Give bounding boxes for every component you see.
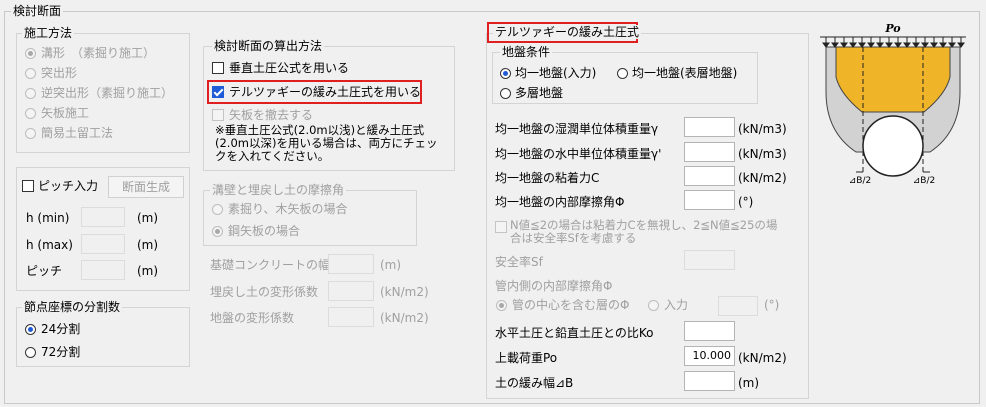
hmax-input[interactable] [81,234,125,254]
load-input[interactable]: 10.000 [684,346,735,366]
internal-friction-input-radio[interactable] [648,300,659,311]
ground-condition-title: 地盤条件 [500,45,553,59]
hmin-input[interactable] [81,207,125,227]
ground-uniform-input-radio[interactable] [500,68,511,79]
internal-friction-input-label: 入力 [664,298,689,312]
loosening-width-label: 土の緩み幅⊿B [495,376,574,390]
backfill-modulus-label: 埋戻し土の変形係数 [210,285,319,299]
calc-method-title: 検討断面の算出方法 [212,39,325,53]
submerged-unit-weight-input[interactable] [684,142,735,162]
ground-uniform-surface-label: 均一地盤(表層地盤) [632,66,738,80]
backfill-modulus-unit: (kN/m2) [380,285,429,299]
ground-modulus-input[interactable] [328,307,374,327]
backfill-modulus-input[interactable] [328,281,374,301]
internal-friction-unit: (°) [764,298,780,312]
method-label-4: 矢板施工 [41,106,90,120]
cohesion-label: 均一地盤の粘着力C [495,171,600,185]
window-title: 検討断面 [11,4,64,18]
friction-angle-input[interactable] [684,190,735,210]
method-radio-5[interactable] [25,128,36,139]
terzaghi-diagram: Po ⊿B/2 ⊿B/2 [820,22,966,186]
safety-factor-label: 安全率Sf [495,255,543,269]
pitch-input[interactable] [81,260,125,280]
division-72-label: 72分割 [41,345,81,359]
ground-modulus-label: 地盤の変形係数 [210,311,295,325]
node-division-title: 節点座標の分割数 [22,300,123,314]
safety-factor-input[interactable] [684,250,735,270]
wet-unit-weight-unit: (kN/m3) [738,122,787,136]
method-radio-1[interactable] [25,48,36,59]
internal-friction-layer-radio[interactable] [496,300,507,311]
method-label-1: 溝形 （素掘り施工） [41,46,156,60]
foundation-width-unit: (m) [380,258,402,272]
cohesion-unit: (kN/m2) [738,171,787,185]
vertical-pressure-label: 垂直土圧公式を用いる [229,61,350,75]
n-value-checkbox[interactable] [495,221,507,233]
db-right-label: ⊿B/2 [913,176,935,186]
ground-multilayer-label: 多層地盤 [515,86,564,100]
wet-unit-weight-input[interactable] [684,117,735,137]
method-label-2: 突出形 [41,66,78,80]
pitch-label: ピッチ [26,264,63,278]
loosening-width-unit: (m) [738,376,760,390]
wet-unit-weight-label: 均一地盤の湿潤単位体積重量γ [495,122,659,136]
submerged-unit-weight-label: 均一地盤の水中単位体積重量γ' [495,147,662,161]
construction-method-title: 施工方法 [22,26,75,40]
division-24-radio[interactable] [25,324,36,335]
internal-friction-title: 管内側の内部摩擦角Φ [495,279,613,293]
load-unit: (kN/m2) [738,351,787,365]
loosening-width-input[interactable] [684,371,735,391]
load-label: 上載荷重Po [495,351,558,365]
load-arrows [822,37,965,48]
foundation-width-label: 基礎コンクリートの幅 [210,258,331,272]
division-24-label: 24分割 [41,322,81,336]
hmax-label: h (max) [26,238,73,252]
loosening-zone [835,46,951,113]
remove-sheet-pile-checkbox[interactable] [212,109,224,121]
ko-label: 水平土圧と鉛直土圧との比Ko [495,326,654,340]
method-label-3: 逆突出形（素掘り施工） [41,86,174,100]
friction-angle-unit: (°) [738,195,754,209]
friction-radio-wood[interactable] [212,204,223,215]
hmin-label: h (min) [26,211,70,225]
terzaghi-title: テルツァギーの緩み土圧式 [493,25,642,39]
calc-method-note: ※垂直土圧公式(2.0m以浅)と緩み土圧式(2.0m以深)を用いる場合は、両方に… [215,123,438,163]
cohesion-input[interactable] [684,166,735,186]
ko-input[interactable] [684,321,735,341]
vertical-pressure-checkbox[interactable] [212,62,224,74]
friction-title: 溝壁と埋戻し土の摩擦角 [210,183,347,197]
internal-friction-input[interactable] [718,296,758,316]
friction-label-steel: 鋼矢板の場合 [228,224,301,238]
n-value-note: N値≦2の場合は粘着力Cを無視し、2≦N値≦25の場合は安全率Sfを考慮する [510,218,778,245]
friction-label-wood: 素掘り、木矢板の場合 [228,202,348,216]
friction-angle-label: 均一地盤の内部摩擦角Φ [495,195,625,209]
pipe-circle [862,115,924,177]
foundation-width-input[interactable] [328,254,374,274]
ground-uniform-input-label: 均一地盤(入力) [515,66,597,80]
friction-radio-steel[interactable] [212,226,223,237]
db-left-label: ⊿B/2 [849,176,871,186]
hmin-unit: (m) [137,211,159,225]
submerged-unit-weight-unit: (kN/m3) [738,147,787,161]
terzaghi-checkbox[interactable] [212,86,224,98]
method-radio-3[interactable] [25,88,36,99]
hmax-unit: (m) [137,238,159,252]
pitch-checkbox-label: ピッチ入力 [38,179,99,193]
terzaghi-checkbox-label: テルツァギーの緩み土圧式を用いる [229,85,422,99]
ground-multilayer-radio[interactable] [500,88,511,99]
method-radio-2[interactable] [25,68,36,79]
pitch-checkbox[interactable] [22,180,34,192]
internal-friction-layer-label: 管の中心を含む層のΦ [512,298,630,312]
ground-modulus-unit: (kN/m2) [380,311,429,325]
method-radio-4[interactable] [25,108,36,119]
po-label: Po [884,22,900,35]
ground-uniform-surface-radio[interactable] [617,68,628,79]
method-label-5: 簡易土留工法 [41,126,114,140]
generate-section-button[interactable]: 断面生成 [108,176,184,198]
division-72-radio[interactable] [25,347,36,358]
remove-sheet-pile-label: 矢板を撤去する [229,108,314,122]
pitch-unit: (m) [137,264,159,278]
